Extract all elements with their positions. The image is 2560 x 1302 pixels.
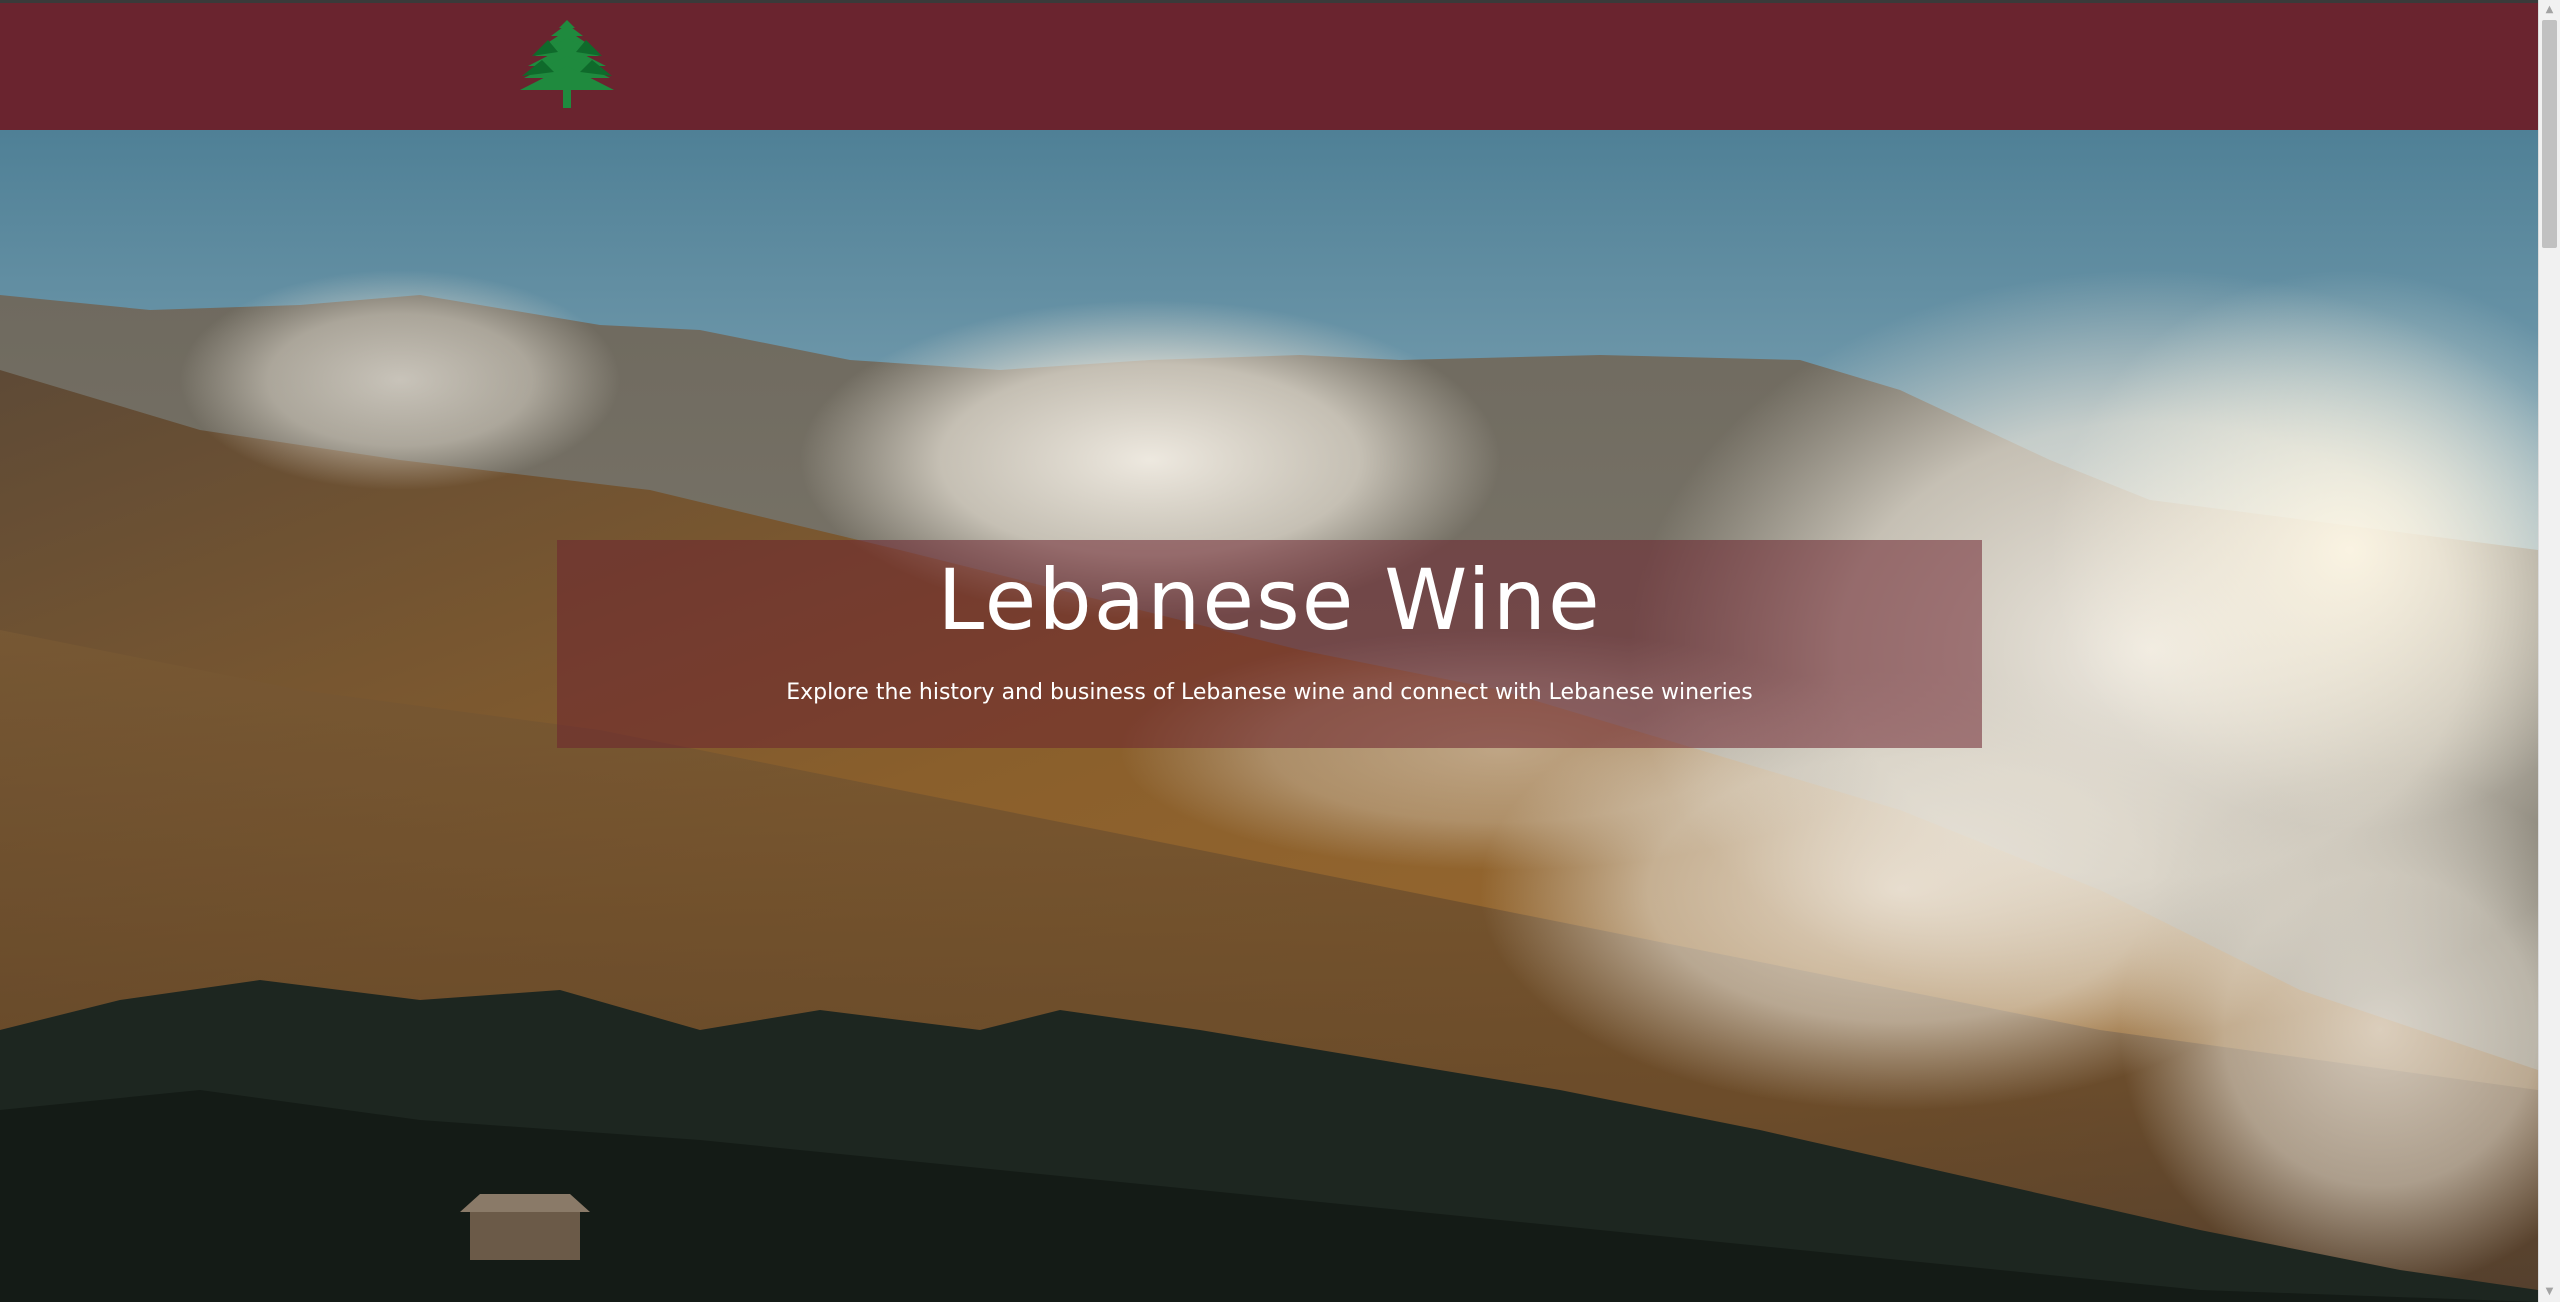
- scrollbar-thumb[interactable]: [2542, 20, 2557, 248]
- site-logo-link[interactable]: [518, 18, 616, 110]
- page-scrollbar[interactable]: ▲ ▼: [2538, 0, 2560, 1302]
- hero-section: Lebanese Wine Explore the history and bu…: [0, 130, 2538, 1302]
- cedar-tree-icon: [520, 20, 614, 108]
- hero-card: Lebanese Wine Explore the history and bu…: [557, 540, 1982, 748]
- hero-subtitle: Explore the history and business of Leba…: [786, 680, 1753, 705]
- page: Lebanese Wine Explore the history and bu…: [0, 0, 2538, 1302]
- hero-title: Lebanese Wine: [937, 551, 1602, 649]
- scroll-up-arrow-icon[interactable]: ▲: [2539, 0, 2560, 20]
- scroll-down-arrow-icon[interactable]: ▼: [2539, 1282, 2560, 1302]
- navbar: [0, 3, 2538, 130]
